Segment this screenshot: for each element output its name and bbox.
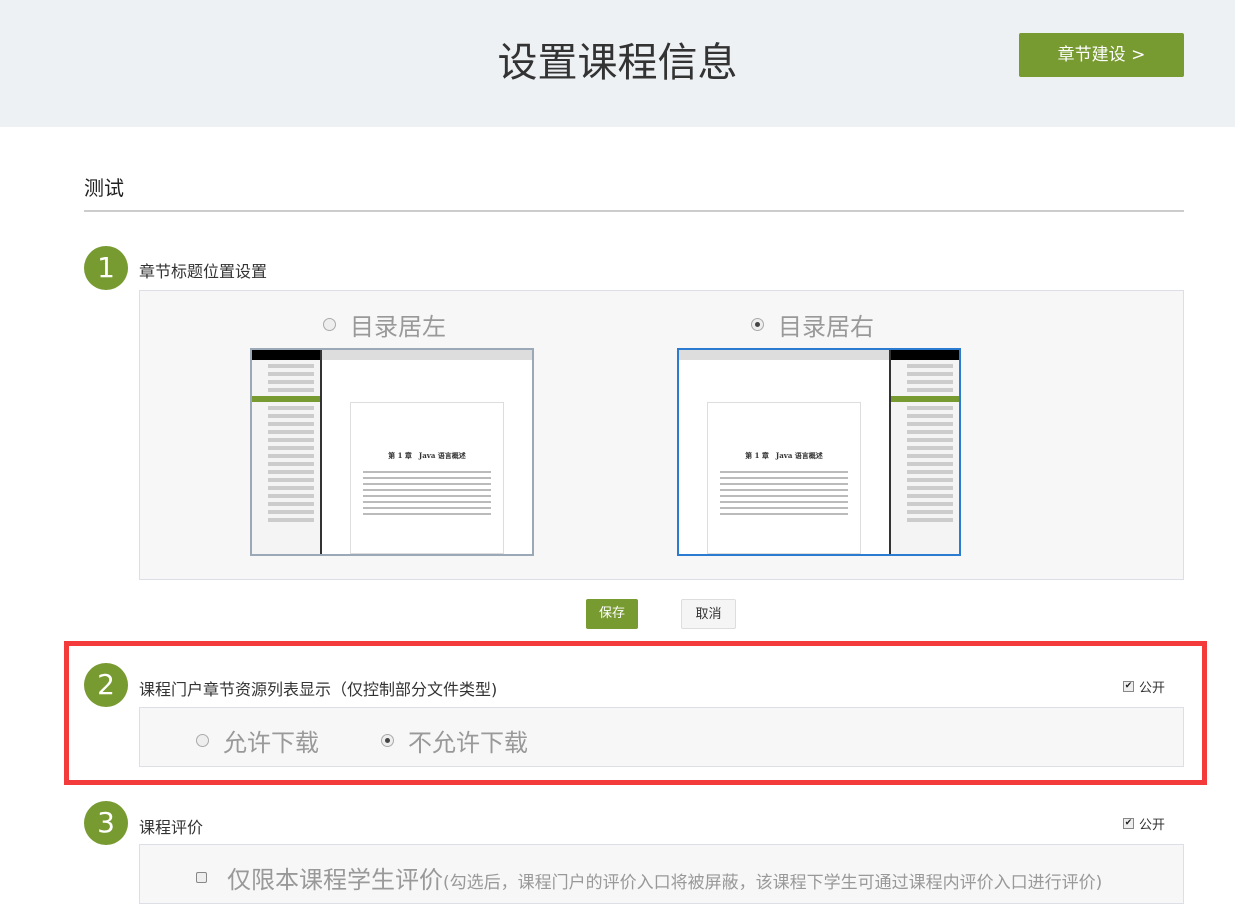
section-title-3: 课程评价 [139,818,204,837]
preview-chapter-title: 第 1 章 Java 语言概述 [388,451,466,460]
page-header: 设置课程信息 章节建设 > [0,0,1235,127]
radio-disallow-download[interactable] [381,734,394,747]
preview-sidebar [889,350,959,554]
step-number-3: 3 [84,801,128,845]
public-label: 公开 [1139,818,1166,833]
chapter-build-button[interactable]: 章节建设 > [1019,33,1184,77]
option-main-label: 仅限本课程学生评价 [227,866,443,894]
step-number-1: 1 [84,246,128,290]
public-toggle-2[interactable]: ✔ 公开 [1123,677,1165,696]
preview-chapter-title: 第 1 章 Java 语言概述 [745,451,823,460]
section-title-1: 章节标题位置设置 [139,262,268,281]
preview-document: 第 1 章 Java 语言概述 [679,350,889,554]
radio-allow-download[interactable] [196,734,209,747]
radio-catalog-left[interactable] [323,318,336,331]
option-allow-download[interactable]: 允许下载 [196,723,319,758]
preview-catalog-left[interactable]: 第 1 章 Java 语言概述 [250,348,534,556]
preview-sidebar [252,350,322,554]
option-label: 不允许下载 [408,729,528,757]
cancel-button[interactable]: 取消 [681,599,736,629]
option-note: (勾选后，课程门户的评价入口将被屏蔽，该课程下学生可通过课程内评价入口进行评价) [443,873,1103,893]
divider [84,210,1184,212]
layout-panel: 目录居左 目录居右 第 1 章 Java 语言概述 第 1 章 Java 语言概… [139,290,1184,580]
public-label: 公开 [1139,681,1166,696]
save-button[interactable]: 保存 [586,599,638,629]
public-checkbox[interactable]: ✔ [1123,681,1134,692]
step-number-2: 2 [84,663,128,707]
evaluation-panel: 仅限本课程学生评价(勾选后，课程门户的评价入口将被屏蔽，该课程下学生可通过课程内… [139,844,1184,904]
option-catalog-left[interactable]: 目录居左 [323,307,446,342]
option-label: 允许下载 [223,729,319,757]
public-checkbox[interactable]: ✔ [1123,818,1134,829]
course-name: 测试 [84,176,124,200]
download-panel: 允许下载 不允许下载 [139,707,1184,767]
radio-catalog-right[interactable] [751,318,764,331]
option-disallow-download[interactable]: 不允许下载 [381,723,528,758]
section-title-2: 课程门户章节资源列表显示（仅控制部分文件类型) [139,680,498,699]
preview-document: 第 1 章 Java 语言概述 [322,350,532,554]
option-students-only[interactable]: 仅限本课程学生评价(勾选后，课程门户的评价入口将被屏蔽，该课程下学生可通过课程内… [196,860,1102,895]
option-catalog-right[interactable]: 目录居右 [751,307,874,342]
option-label: 目录居左 [350,313,446,341]
students-only-checkbox[interactable] [196,872,207,883]
option-label: 目录居右 [778,313,874,341]
option-label: 仅限本课程学生评价(勾选后，课程门户的评价入口将被屏蔽，该课程下学生可通过课程内… [227,860,1102,895]
public-toggle-3[interactable]: ✔ 公开 [1123,814,1165,833]
preview-catalog-right[interactable]: 第 1 章 Java 语言概述 [677,348,961,556]
